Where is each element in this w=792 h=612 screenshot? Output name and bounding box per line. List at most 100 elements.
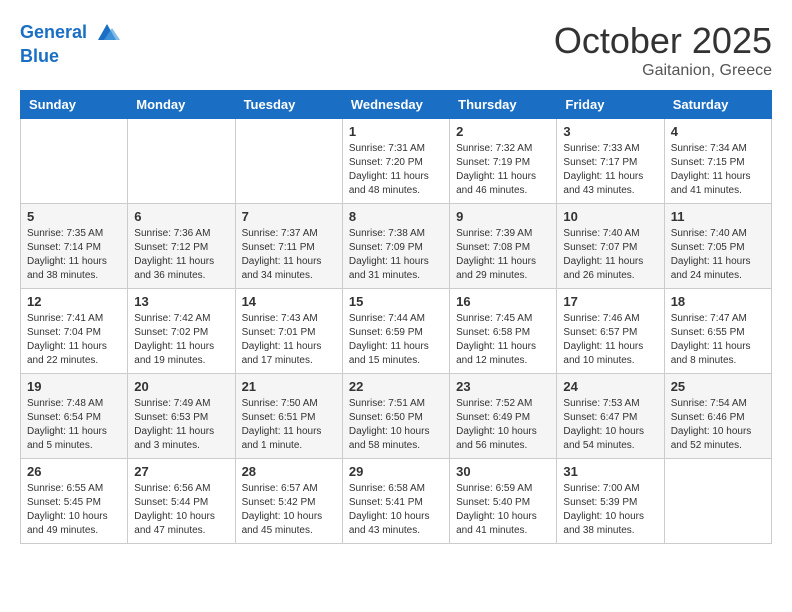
day-info: Sunrise: 7:31 AM Sunset: 7:20 PM Dayligh… — [349, 142, 443, 198]
calendar-cell — [235, 119, 342, 204]
day-info: Sunrise: 7:00 AM Sunset: 5:39 PM Dayligh… — [563, 482, 657, 538]
day-info: Sunrise: 7:49 AM Sunset: 6:53 PM Dayligh… — [134, 397, 228, 453]
day-number: 31 — [563, 464, 657, 479]
calendar-cell: 17 Sunrise: 7:46 AM Sunset: 6:57 PM Dayli… — [557, 289, 664, 374]
day-number: 19 — [27, 379, 121, 394]
week-row-5: 26Sunrise: 6:55 AM Sunset: 5:45 PM Dayli… — [21, 459, 772, 544]
day-info: Sunrise: 7:50 AM Sunset: 6:51 PM Dayligh… — [242, 397, 336, 453]
calendar-cell — [21, 119, 128, 204]
column-header-friday: Friday — [557, 91, 664, 119]
day-info: Sunrise: 7:45 AM Sunset: 6:58 PM Dayligh… — [456, 312, 550, 368]
day-info: Sunrise: 7:40 AM Sunset: 7:05 PM Dayligh… — [671, 227, 765, 283]
day-info: Sunrise: 7:41 AM Sunset: 7:04 PM Dayligh… — [27, 312, 121, 368]
calendar-cell — [128, 119, 235, 204]
calendar-cell: 7 Sunrise: 7:37 AM Sunset: 7:11 PM Daylig… — [235, 204, 342, 289]
calendar-cell: 9 Sunrise: 7:39 AM Sunset: 7:08 PM Daylig… — [450, 204, 557, 289]
calendar-cell: 28 Sunrise: 6:57 AM Sunset: 5:42 PM Dayli… — [235, 459, 342, 544]
day-info: Sunrise: 6:58 AM Sunset: 5:41 PM Dayligh… — [349, 482, 443, 538]
calendar-cell: 13Sunrise: 7:42 AM Sunset: 7:02 PM Dayli… — [128, 289, 235, 374]
day-info: Sunrise: 7:33 AM Sunset: 7:17 PM Dayligh… — [563, 142, 657, 198]
week-row-1: 1 Sunrise: 7:31 AM Sunset: 7:20 PM Daylig… — [21, 119, 772, 204]
day-number: 21 — [242, 379, 336, 394]
column-header-sunday: Sunday — [21, 91, 128, 119]
calendar-cell: 4 Sunrise: 7:34 AM Sunset: 7:15 PM Daylig… — [664, 119, 771, 204]
calendar-cell: 31 Sunrise: 7:00 AM Sunset: 5:39 PM Dayli… — [557, 459, 664, 544]
day-info: Sunrise: 7:39 AM Sunset: 7:08 PM Dayligh… — [456, 227, 550, 283]
calendar-cell: 5 Sunrise: 7:35 AM Sunset: 7:14 PM Daylig… — [21, 204, 128, 289]
day-number: 25 — [671, 379, 765, 394]
day-number: 4 — [671, 124, 765, 139]
day-info: Sunrise: 7:43 AM Sunset: 7:01 PM Dayligh… — [242, 312, 336, 368]
day-number: 13 — [134, 294, 228, 309]
day-number: 16 — [456, 294, 550, 309]
day-info: Sunrise: 6:59 AM Sunset: 5:40 PM Dayligh… — [456, 482, 550, 538]
day-number: 30 — [456, 464, 550, 479]
day-info: Sunrise: 7:47 AM Sunset: 6:55 PM Dayligh… — [671, 312, 765, 368]
day-number: 29 — [349, 464, 443, 479]
day-info: Sunrise: 7:44 AM Sunset: 6:59 PM Dayligh… — [349, 312, 443, 368]
column-header-monday: Monday — [128, 91, 235, 119]
calendar-cell: 26Sunrise: 6:55 AM Sunset: 5:45 PM Dayli… — [21, 459, 128, 544]
day-info: Sunrise: 7:34 AM Sunset: 7:15 PM Dayligh… — [671, 142, 765, 198]
column-header-wednesday: Wednesday — [342, 91, 449, 119]
day-number: 14 — [242, 294, 336, 309]
day-info: Sunrise: 7:35 AM Sunset: 7:14 PM Dayligh… — [27, 227, 121, 283]
day-number: 18 — [671, 294, 765, 309]
day-number: 27 — [134, 464, 228, 479]
day-number: 10 — [563, 209, 657, 224]
day-info: Sunrise: 7:54 AM Sunset: 6:46 PM Dayligh… — [671, 397, 765, 453]
calendar-cell: 6Sunrise: 7:36 AM Sunset: 7:12 PM Daylig… — [128, 204, 235, 289]
day-number: 9 — [456, 209, 550, 224]
day-number: 8 — [349, 209, 443, 224]
day-info: Sunrise: 7:52 AM Sunset: 6:49 PM Dayligh… — [456, 397, 550, 453]
day-number: 22 — [349, 379, 443, 394]
week-row-3: 12 Sunrise: 7:41 AM Sunset: 7:04 PM Dayli… — [21, 289, 772, 374]
calendar-cell: 30 Sunrise: 6:59 AM Sunset: 5:40 PM Dayli… — [450, 459, 557, 544]
calendar-cell: 1 Sunrise: 7:31 AM Sunset: 7:20 PM Daylig… — [342, 119, 449, 204]
calendar-cell: 2Sunrise: 7:32 AM Sunset: 7:19 PM Daylig… — [450, 119, 557, 204]
day-info: Sunrise: 7:51 AM Sunset: 6:50 PM Dayligh… — [349, 397, 443, 453]
week-row-4: 19Sunrise: 7:48 AM Sunset: 6:54 PM Dayli… — [21, 374, 772, 459]
month-title: October 2025 — [554, 20, 772, 62]
day-number: 1 — [349, 124, 443, 139]
column-header-saturday: Saturday — [664, 91, 771, 119]
day-info: Sunrise: 7:37 AM Sunset: 7:11 PM Dayligh… — [242, 227, 336, 283]
day-number: 26 — [27, 464, 121, 479]
day-number: 3 — [563, 124, 657, 139]
page-header: General Blue October 2025 Gaitanion, Gre… — [20, 20, 772, 80]
day-info: Sunrise: 7:53 AM Sunset: 6:47 PM Dayligh… — [563, 397, 657, 453]
calendar-cell: 25 Sunrise: 7:54 AM Sunset: 6:46 PM Dayli… — [664, 374, 771, 459]
day-info: Sunrise: 7:38 AM Sunset: 7:09 PM Dayligh… — [349, 227, 443, 283]
day-number: 12 — [27, 294, 121, 309]
day-info: Sunrise: 7:36 AM Sunset: 7:12 PM Dayligh… — [134, 227, 228, 283]
logo-text: General — [20, 20, 120, 46]
day-info: Sunrise: 7:32 AM Sunset: 7:19 PM Dayligh… — [456, 142, 550, 198]
day-number: 17 — [563, 294, 657, 309]
day-info: Sunrise: 6:57 AM Sunset: 5:42 PM Dayligh… — [242, 482, 336, 538]
week-row-2: 5 Sunrise: 7:35 AM Sunset: 7:14 PM Daylig… — [21, 204, 772, 289]
calendar-cell: 12 Sunrise: 7:41 AM Sunset: 7:04 PM Dayli… — [21, 289, 128, 374]
day-info: Sunrise: 6:56 AM Sunset: 5:44 PM Dayligh… — [134, 482, 228, 538]
column-header-tuesday: Tuesday — [235, 91, 342, 119]
calendar-cell: 11 Sunrise: 7:40 AM Sunset: 7:05 PM Dayli… — [664, 204, 771, 289]
day-number: 5 — [27, 209, 121, 224]
calendar-cell: 10 Sunrise: 7:40 AM Sunset: 7:07 PM Dayli… — [557, 204, 664, 289]
calendar-cell: 22 Sunrise: 7:51 AM Sunset: 6:50 PM Dayli… — [342, 374, 449, 459]
day-info: Sunrise: 7:40 AM Sunset: 7:07 PM Dayligh… — [563, 227, 657, 283]
calendar-cell: 15 Sunrise: 7:44 AM Sunset: 6:59 PM Dayli… — [342, 289, 449, 374]
calendar-cell: 27 Sunrise: 6:56 AM Sunset: 5:44 PM Dayli… — [128, 459, 235, 544]
day-number: 15 — [349, 294, 443, 309]
calendar-table: SundayMondayTuesdayWednesdayThursdayFrid… — [20, 90, 772, 544]
day-number: 11 — [671, 209, 765, 224]
column-header-thursday: Thursday — [450, 91, 557, 119]
calendar-cell: 8 Sunrise: 7:38 AM Sunset: 7:09 PM Daylig… — [342, 204, 449, 289]
logo: General Blue — [20, 20, 120, 67]
calendar-cell: 19Sunrise: 7:48 AM Sunset: 6:54 PM Dayli… — [21, 374, 128, 459]
location: Gaitanion, Greece — [554, 62, 772, 80]
calendar-cell: 23Sunrise: 7:52 AM Sunset: 6:49 PM Dayli… — [450, 374, 557, 459]
day-number: 28 — [242, 464, 336, 479]
day-info: Sunrise: 7:46 AM Sunset: 6:57 PM Dayligh… — [563, 312, 657, 368]
calendar-cell: 3 Sunrise: 7:33 AM Sunset: 7:17 PM Daylig… — [557, 119, 664, 204]
day-number: 7 — [242, 209, 336, 224]
calendar-cell: 24Sunrise: 7:53 AM Sunset: 6:47 PM Dayli… — [557, 374, 664, 459]
